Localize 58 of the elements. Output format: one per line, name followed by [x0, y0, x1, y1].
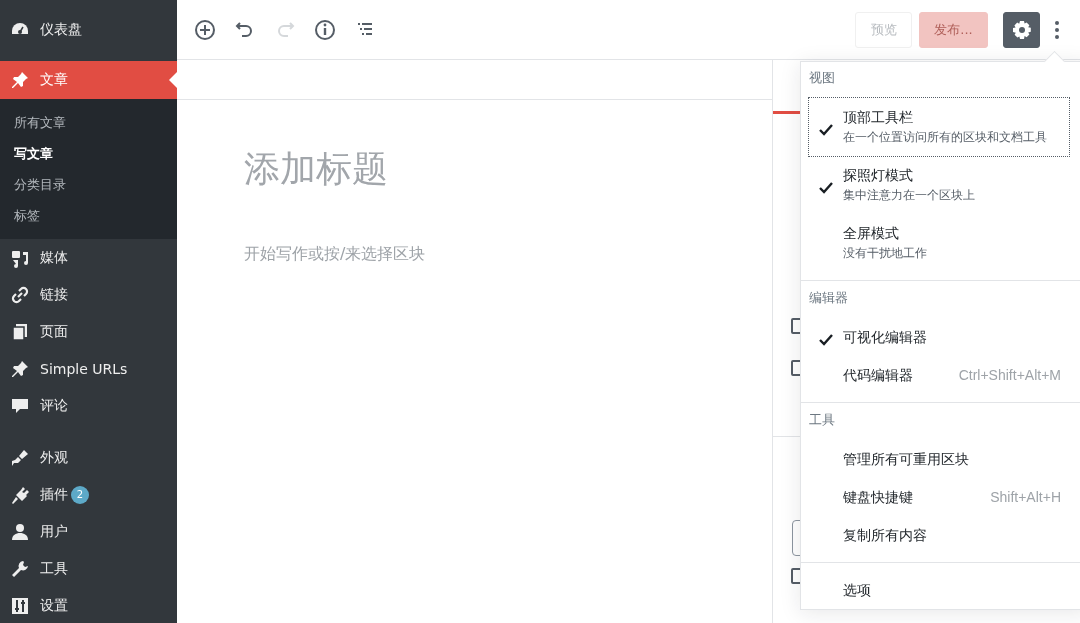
menu-item-description: 集中注意力在一个区块上: [843, 187, 976, 204]
sidebar-menu-item[interactable]: 设置: [0, 587, 177, 623]
sidebar-menu-item[interactable]: 页面: [0, 313, 177, 350]
sidebar-menu-item[interactable]: 插件 2: [0, 476, 177, 513]
menu-item-label: 顶部工具栏: [843, 108, 914, 127]
menu-item-label: 键盘快捷键: [843, 488, 914, 507]
menu-item[interactable]: 复制所有内容: [809, 516, 1080, 554]
submenu-item[interactable]: 写文章: [0, 138, 177, 169]
pin-icon: [10, 358, 30, 379]
pages-icon: [10, 321, 30, 342]
menu-item[interactable]: 管理所有可重用区块: [809, 440, 1080, 478]
menu-section-title: 工具: [809, 411, 836, 429]
menu-item-description: 没有干扰地工作: [843, 245, 928, 262]
settings-button[interactable]: [1003, 11, 1040, 48]
add-block-icon[interactable]: [193, 17, 217, 42]
menu-item-label: 全屏模式: [843, 224, 900, 243]
menu-item[interactable]: 选项: [809, 571, 1080, 609]
menu-section-title: 编辑器: [809, 289, 849, 307]
menu-item-label: 复制所有内容: [843, 526, 928, 545]
sidebar-menu-item[interactable]: 用户: [0, 513, 177, 550]
submenu-item[interactable]: 所有文章: [0, 107, 177, 138]
submenu-item[interactable]: 标签: [0, 200, 177, 231]
user-icon: [10, 521, 30, 542]
gear-icon: [1011, 19, 1032, 40]
sidebar-menu-item[interactable]: 评论: [0, 387, 177, 424]
wrench-icon: [10, 558, 30, 579]
update-count-badge: 2: [71, 485, 89, 504]
menu-item[interactable]: 全屏模式 没有干扰地工作: [809, 214, 1080, 272]
menu-item[interactable]: 顶部工具栏 在一个位置访问所有的区块和文档工具: [809, 98, 1069, 156]
keyboard-shortcut: Ctrl+Shift+Alt+M: [958, 367, 1061, 383]
sliders-icon: [10, 595, 30, 616]
menu-section-title: 视图: [809, 69, 836, 87]
pin-icon: [10, 70, 30, 90]
link-icon: [10, 284, 30, 305]
plug-icon: [10, 484, 30, 505]
sidebar-menu-item[interactable]: 媒体: [0, 239, 177, 276]
menu-item-label: 可视化编辑器: [843, 328, 928, 347]
sidebar-menu-item[interactable]: 链接: [0, 276, 177, 313]
menu-item[interactable]: 代码编辑器 Ctrl+Shift+Alt+M: [809, 356, 1080, 394]
menu-item-label: 选项: [843, 581, 872, 600]
menu-item-description: 在一个位置访问所有的区块和文档工具: [843, 129, 1048, 146]
menu-item[interactable]: 可视化编辑器: [809, 318, 1080, 356]
more-options-icon[interactable]: [1054, 19, 1060, 40]
submenu-item[interactable]: 分类目录: [0, 169, 177, 200]
sidebar-menu-item[interactable]: Simple URLs: [0, 350, 177, 387]
menu-item-label: 代码编辑器: [843, 366, 914, 385]
sidebar-menu-item[interactable]: 工具: [0, 550, 177, 587]
current-pointer: [169, 72, 177, 88]
sidebar-menu-item[interactable]: 仪表盘: [0, 11, 177, 48]
menu-item-label: 管理所有可重用区块: [843, 450, 970, 469]
brush-icon: [10, 447, 30, 468]
keyboard-shortcut: Shift+Alt+H: [990, 489, 1061, 505]
menu-item-label: 探照灯模式: [843, 166, 914, 185]
menu-item[interactable]: 探照灯模式 集中注意力在一个区块上: [809, 156, 1080, 214]
sidebar-menu-item[interactable]: 文章: [0, 61, 177, 99]
menu-item[interactable]: 键盘快捷键 Shift+Alt+H: [809, 478, 1080, 516]
info-icon[interactable]: [313, 17, 337, 42]
sidebar-menu-item[interactable]: 外观: [0, 439, 177, 476]
